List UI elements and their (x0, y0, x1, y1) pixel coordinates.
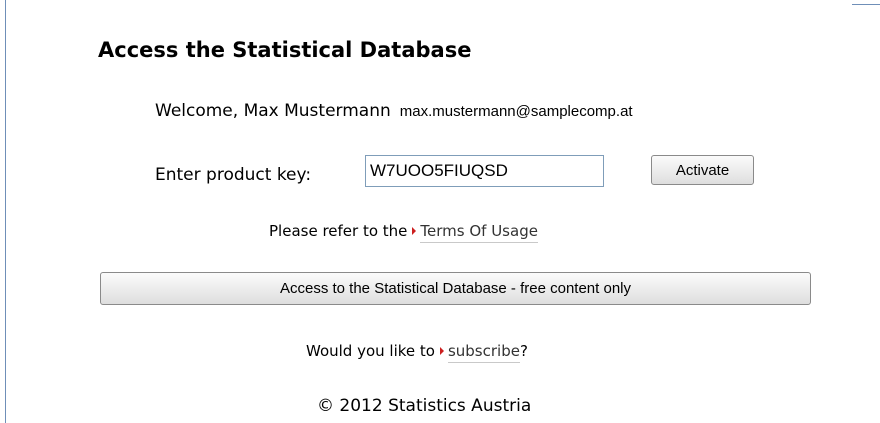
free-content-access-button[interactable]: Access to the Statistical Database - fre… (100, 272, 811, 305)
subscribe-link[interactable]: subscribe (447, 342, 520, 363)
welcome-text: Welcome, Max Mustermann (155, 101, 391, 121)
activate-button[interactable]: Activate (651, 155, 754, 185)
page: Access the Statistical Database Welcome,… (0, 0, 880, 423)
terms-row: Please refer to the Terms Of Usage (269, 222, 538, 243)
subscribe-prefix: Would you like to (306, 342, 435, 360)
page-title: Access the Statistical Database (98, 38, 472, 62)
product-key-label: Enter product key: (155, 165, 312, 185)
frame-top-edge (852, 4, 880, 5)
welcome-row: Welcome, Max Mustermann max.mustermann@sa… (155, 101, 633, 121)
terms-of-usage-link[interactable]: Terms Of Usage (420, 222, 538, 243)
red-arrow-icon (439, 347, 444, 355)
subscribe-suffix: ? (519, 342, 528, 360)
frame-left-edge (5, 0, 6, 423)
subscribe-row: Would you like to subscribe? (306, 342, 528, 363)
terms-prefix: Please refer to the (269, 222, 408, 240)
red-arrow-icon (412, 227, 417, 235)
user-email: max.mustermann@samplecomp.at (399, 103, 633, 120)
product-key-input[interactable] (365, 155, 604, 187)
copyright-text: © 2012 Statistics Austria (317, 396, 532, 416)
